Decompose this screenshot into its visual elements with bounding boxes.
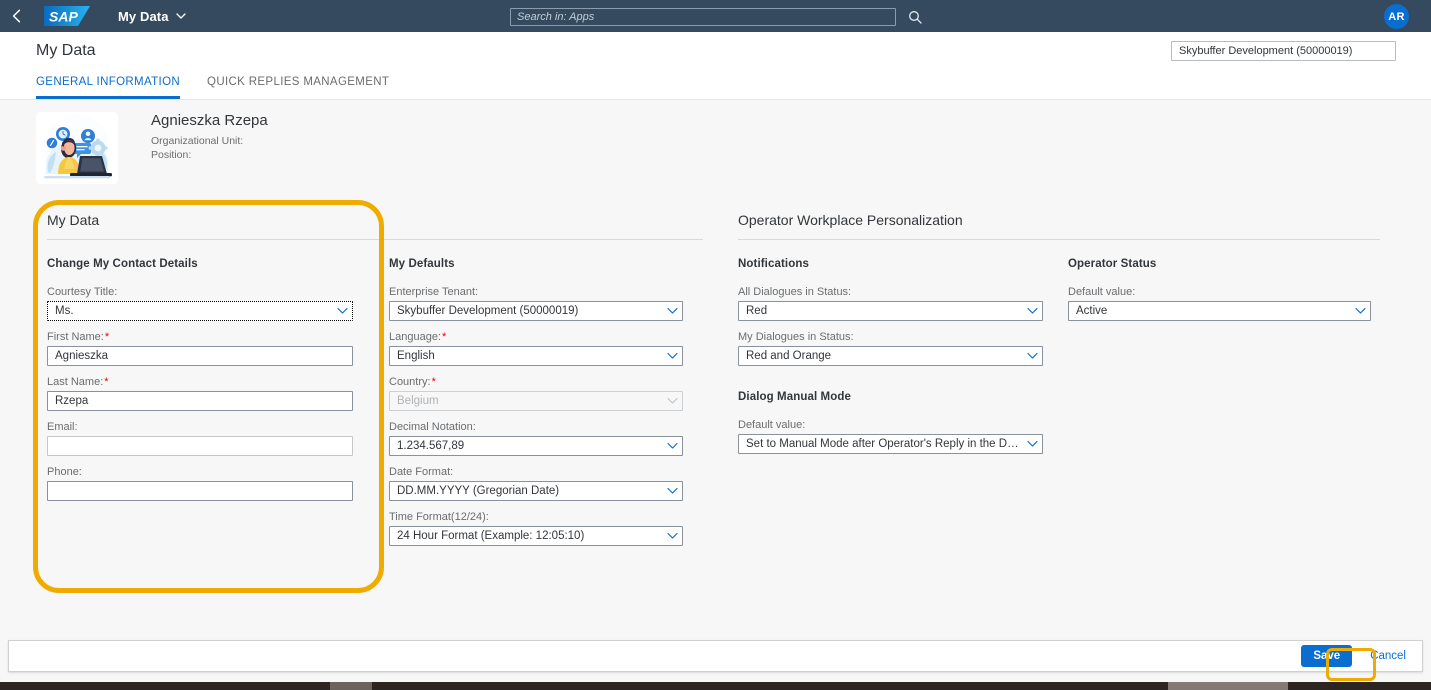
panel-divider xyxy=(738,239,1380,240)
first-name-label: First Name:* xyxy=(47,331,353,343)
tenant-selector[interactable]: Skybuffer Development (50000019) xyxy=(1171,41,1396,61)
date-format-label: Date Format: xyxy=(389,466,454,478)
footer-actions: Save Cancel xyxy=(8,640,1423,672)
footer-bar: Save Cancel xyxy=(0,640,1431,676)
enterprise-tenant-label: Enterprise Tenant: xyxy=(389,286,479,298)
my-dialogues-select[interactable]: Red and Orange xyxy=(738,346,1043,366)
dialog-manual-mode-group: Dialog Manual Mode Default value: Set to… xyxy=(738,391,1068,454)
my-dialogues-label: My Dialogues in Status: xyxy=(738,331,854,343)
required-marker: * xyxy=(431,376,436,388)
my-data-panel: My Data Change My Contact Details Courte… xyxy=(47,212,703,556)
svg-text:SAP: SAP xyxy=(49,9,78,25)
tab-general-information[interactable]: GENERAL INFORMATION xyxy=(36,76,181,99)
contact-details-group: Change My Contact Details Courtesy Title… xyxy=(47,258,365,556)
profile-name: Agnieszka Rzepa xyxy=(151,112,268,129)
app-title-label: My Data xyxy=(118,8,169,24)
profile-strip: Agnieszka Rzepa Organizational Unit: Pos… xyxy=(0,100,1431,200)
all-dialogues-label: All Dialogues in Status: xyxy=(738,286,852,298)
profile-org-unit: Organizational Unit: xyxy=(151,135,244,147)
required-marker: * xyxy=(442,331,447,343)
first-name-input[interactable]: Agnieszka xyxy=(47,346,353,366)
required-marker: * xyxy=(104,376,109,388)
search-input[interactable] xyxy=(510,8,896,26)
last-name-input[interactable]: Rzepa xyxy=(47,391,353,411)
enterprise-tenant-select[interactable]: Skybuffer Development (50000019) xyxy=(389,301,683,321)
email-input[interactable] xyxy=(47,436,353,456)
my-defaults-group: My Defaults Enterprise Tenant: Skybuffer… xyxy=(365,258,683,556)
tab-quick-replies-management[interactable]: QUICK REPLIES MANAGEMENT xyxy=(207,76,389,99)
manual-mode-default-label: Default value: xyxy=(738,419,806,431)
notifications-title: Notifications xyxy=(738,258,809,270)
first-name-label-text: First Name: xyxy=(47,331,104,343)
page-header: My Data Skybuffer Development (50000019)… xyxy=(0,32,1431,100)
courtesy-title-select[interactable]: Ms. xyxy=(47,301,353,321)
profile-illustration xyxy=(36,112,118,184)
notifications-group: Notifications All Dialogues in Status: R… xyxy=(738,258,1068,464)
time-format-select[interactable]: 24 Hour Format (Example: 12:05:10) xyxy=(389,526,683,546)
chevron-left-icon xyxy=(12,9,20,23)
tab-bar: GENERAL INFORMATION QUICK REPLIES MANAGE… xyxy=(36,71,416,99)
os-taskbar-strip xyxy=(0,682,1431,690)
taskbar-segment xyxy=(1168,682,1288,690)
search-button[interactable] xyxy=(902,7,928,27)
courtesy-title-label: Courtesy Title: xyxy=(47,286,118,298)
operator-status-default-select[interactable]: Active xyxy=(1068,301,1371,321)
email-label: Email: xyxy=(47,421,78,433)
date-format-select[interactable]: DD.MM.YYYY (Gregorian Date) xyxy=(389,481,683,501)
country-label: Country:* xyxy=(389,376,683,388)
shell-search xyxy=(510,7,928,27)
manual-mode-default-select[interactable]: Set to Manual Mode after Operator's Repl… xyxy=(738,434,1043,454)
phone-input[interactable] xyxy=(47,481,353,501)
country-label-text: Country: xyxy=(389,376,431,388)
cancel-button[interactable]: Cancel xyxy=(1362,645,1414,667)
operator-status-title: Operator Status xyxy=(1068,258,1157,270)
last-name-label: Last Name:* xyxy=(47,376,353,388)
operator-workplace-personalization-panel: Operator Workplace Personalization Notif… xyxy=(738,212,1380,464)
sap-logo: SAP xyxy=(44,6,96,26)
taskbar-segment xyxy=(330,682,372,690)
panel-divider xyxy=(47,239,703,240)
my-data-panel-title: My Data xyxy=(47,212,100,228)
required-marker: * xyxy=(104,331,110,343)
language-label-text: Language: xyxy=(389,331,441,343)
shell-header: SAP My Data AR xyxy=(0,0,1431,32)
language-label: Language:* xyxy=(389,331,683,343)
dialog-manual-mode-title: Dialog Manual Mode xyxy=(738,391,851,403)
app-root: SAP My Data AR My Data Skybuffer Develop xyxy=(0,0,1431,690)
all-dialogues-select[interactable]: Red xyxy=(738,301,1043,321)
my-defaults-title: My Defaults xyxy=(389,258,455,270)
country-select: Belgium xyxy=(389,391,683,411)
chevron-down-icon xyxy=(175,12,186,19)
avatar-initials: AR xyxy=(1388,10,1405,23)
page-title: My Data xyxy=(36,42,96,59)
last-name-label-text: Last Name: xyxy=(47,376,104,388)
back-button[interactable] xyxy=(0,0,32,32)
contact-details-title: Change My Contact Details xyxy=(47,258,198,270)
owp-panel-title: Operator Workplace Personalization xyxy=(738,212,963,228)
user-avatar[interactable]: AR xyxy=(1384,4,1409,29)
decimal-notation-label: Decimal Notation: xyxy=(389,421,476,433)
save-button[interactable]: Save xyxy=(1301,645,1353,667)
profile-position: Position: xyxy=(151,149,192,161)
decimal-notation-select[interactable]: 1.234.567,89 xyxy=(389,436,683,456)
operator-status-default-label: Default value: xyxy=(1068,286,1136,298)
search-icon xyxy=(909,11,922,24)
language-select[interactable]: English xyxy=(389,346,683,366)
profile-meta: Organizational Unit: Position: xyxy=(151,134,243,162)
phone-label: Phone: xyxy=(47,466,82,478)
operator-status-group: Operator Status Default value: Active xyxy=(1068,258,1380,464)
app-title-menu[interactable]: My Data xyxy=(118,9,186,24)
time-format-label: Time Format(12/24): xyxy=(389,511,489,523)
